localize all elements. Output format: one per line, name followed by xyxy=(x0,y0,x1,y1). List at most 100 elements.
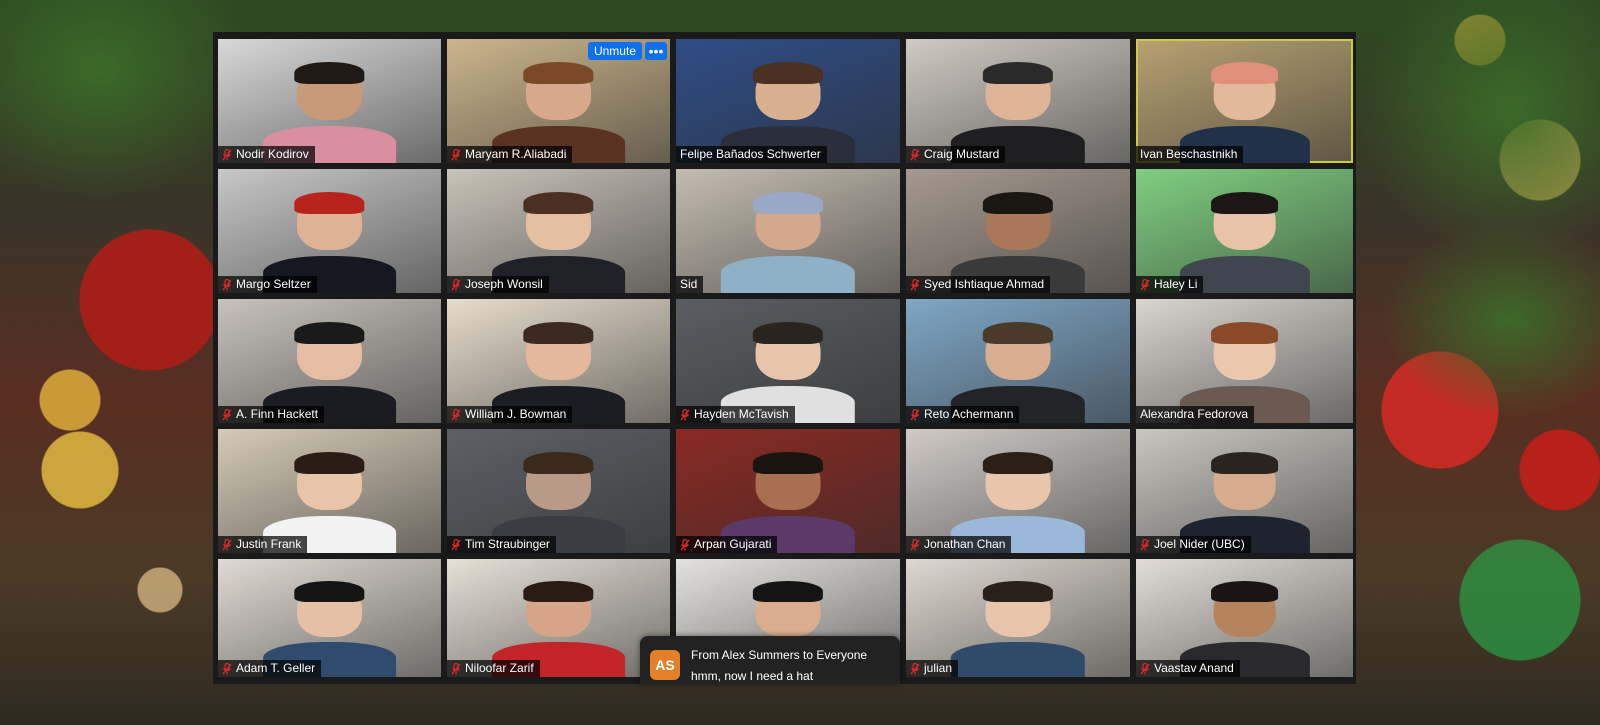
participant-name: Nodir Kodirov xyxy=(236,147,309,161)
participant-nameplate: Justin Frank xyxy=(218,536,308,553)
participant-tile[interactable]: Reto Achermann xyxy=(906,299,1130,423)
participant-hair xyxy=(523,322,594,344)
chat-notification[interactable]: AS From Alex Summers to Everyone hmm, no… xyxy=(640,636,900,684)
muted-mic-icon xyxy=(222,148,232,161)
participant-tile[interactable]: julian xyxy=(906,559,1130,677)
participant-hair xyxy=(523,452,594,474)
muted-mic-icon xyxy=(451,662,461,675)
participant-name: Joel Nider (UBC) xyxy=(1154,537,1245,551)
participant-nameplate: Haley Li xyxy=(1136,276,1204,293)
participant-hair xyxy=(523,581,594,602)
background-branch xyxy=(1380,220,1600,420)
participant-tile[interactable]: Niloofar Zarif xyxy=(447,559,670,677)
muted-mic-icon xyxy=(910,278,920,291)
participant-tile[interactable]: Syed Ishtiaque Ahmad xyxy=(906,169,1130,293)
participant-tile[interactable]: Jonathan Chan xyxy=(906,429,1130,553)
participant-name: Ivan Beschastnikh xyxy=(1140,147,1238,161)
participant-hair xyxy=(753,452,823,474)
participant-hair xyxy=(1210,581,1279,602)
participant-tile[interactable]: Haley Li xyxy=(1136,169,1353,293)
more-options-button[interactable]: ••• xyxy=(645,42,667,60)
background-branch xyxy=(1360,0,1600,260)
participant-nameplate: Hayden McTavish xyxy=(676,406,795,423)
participant-nameplate: Joseph Wonsil xyxy=(447,276,549,293)
participant-name: Joseph Wonsil xyxy=(465,277,543,291)
participant-name: Sid xyxy=(680,277,698,291)
participant-tile[interactable]: Sid xyxy=(676,169,900,293)
participant-name: Justin Frank xyxy=(236,537,302,551)
participant-hair xyxy=(523,62,594,84)
unmute-button[interactable]: Unmute xyxy=(587,42,642,60)
participant-tile[interactable]: Joel Nider (UBC) xyxy=(1136,429,1353,553)
participant-hair xyxy=(294,322,365,344)
muted-mic-icon xyxy=(910,148,920,161)
participant-tile[interactable]: Joseph Wonsil xyxy=(447,169,670,293)
participant-body xyxy=(720,256,856,293)
participant-hair xyxy=(1210,62,1279,84)
participant-nameplate: Reto Achermann xyxy=(906,406,1020,423)
participant-tile[interactable]: Vaastav Anand xyxy=(1136,559,1353,677)
participant-tile[interactable]: Justin Frank xyxy=(218,429,441,553)
participant-hair xyxy=(294,581,365,602)
participant-hair xyxy=(753,62,823,84)
participant-tile[interactable]: Arpan Gujarati xyxy=(676,429,900,553)
participant-hair xyxy=(983,581,1053,602)
participant-name: Alexandra Fedorova xyxy=(1140,407,1249,421)
participant-nameplate: Ivan Beschastnikh xyxy=(1136,146,1244,163)
muted-mic-icon xyxy=(222,662,232,675)
participant-tile[interactable]: A. Finn Hackett xyxy=(218,299,441,423)
participant-tile[interactable]: Felipe Bañados Schwerter xyxy=(676,39,900,163)
participant-video xyxy=(950,581,1086,677)
participant-name: Margo Seltzer xyxy=(236,277,311,291)
muted-mic-icon xyxy=(680,408,690,421)
participant-name: Haley Li xyxy=(1154,277,1198,291)
chat-sender-line: From Alex Summers to Everyone xyxy=(691,648,868,662)
participant-name: Hayden McTavish xyxy=(694,407,789,421)
participant-grid: Nodir Kodirov Maryam R.Aliabadi Unmute ••• F… xyxy=(218,39,1353,677)
muted-mic-icon xyxy=(451,408,461,421)
participant-tile[interactable]: Maryam R.Aliabadi Unmute ••• xyxy=(447,39,670,163)
participant-nameplate: Alexandra Fedorova xyxy=(1136,406,1255,423)
muted-mic-icon xyxy=(1140,278,1150,291)
participant-name: Arpan Gujarati xyxy=(694,537,772,551)
participant-tile[interactable]: Hayden McTavish xyxy=(676,299,900,423)
participant-nameplate: Maryam R.Aliabadi xyxy=(447,146,573,163)
participant-hair xyxy=(983,62,1053,84)
muted-mic-icon xyxy=(451,278,461,291)
participant-nameplate: Vaastav Anand xyxy=(1136,660,1240,677)
participant-tile[interactable]: Adam T. Geller xyxy=(218,559,441,677)
participant-hair xyxy=(1210,322,1279,344)
muted-mic-icon xyxy=(222,538,232,551)
participant-hair xyxy=(753,581,823,602)
participant-tile[interactable]: Ivan Beschastnikh xyxy=(1136,39,1353,163)
participant-nameplate: Sid xyxy=(676,276,704,293)
participant-nameplate: Craig Mustard xyxy=(906,146,1006,163)
participant-tile[interactable]: Alexandra Fedorova xyxy=(1136,299,1353,423)
participant-hair xyxy=(753,192,823,214)
participant-tile[interactable]: William J. Bowman xyxy=(447,299,670,423)
participant-name: Jonathan Chan xyxy=(924,537,1006,551)
participant-name: Maryam R.Aliabadi xyxy=(465,147,567,161)
participant-nameplate: Syed Ishtiaque Ahmad xyxy=(906,276,1051,293)
muted-mic-icon xyxy=(451,148,461,161)
participant-name: Niloofar Zarif xyxy=(465,661,534,675)
participant-name: Felipe Bañados Schwerter xyxy=(680,147,821,161)
participant-tile[interactable]: Tim Straubinger xyxy=(447,429,670,553)
zoom-gallery-window: Nodir Kodirov Maryam R.Aliabadi Unmute ••• F… xyxy=(213,32,1356,684)
participant-nameplate: Nodir Kodirov xyxy=(218,146,315,163)
participant-name: Reto Achermann xyxy=(924,407,1014,421)
muted-mic-icon xyxy=(910,408,920,421)
participant-hair xyxy=(1210,452,1279,474)
participant-tile[interactable]: Nodir Kodirov xyxy=(218,39,441,163)
participant-name: Vaastav Anand xyxy=(1154,661,1234,675)
participant-nameplate: Niloofar Zarif xyxy=(447,660,540,677)
participant-name: William J. Bowman xyxy=(465,407,567,421)
participant-name: Craig Mustard xyxy=(924,147,1000,161)
participant-tile[interactable]: Craig Mustard xyxy=(906,39,1130,163)
participant-nameplate: Margo Seltzer xyxy=(218,276,317,293)
participant-name: Tim Straubinger xyxy=(465,537,550,551)
participant-tile[interactable]: Margo Seltzer xyxy=(218,169,441,293)
participant-hair xyxy=(983,452,1053,474)
participant-hair xyxy=(523,192,594,214)
muted-mic-icon xyxy=(451,538,461,551)
